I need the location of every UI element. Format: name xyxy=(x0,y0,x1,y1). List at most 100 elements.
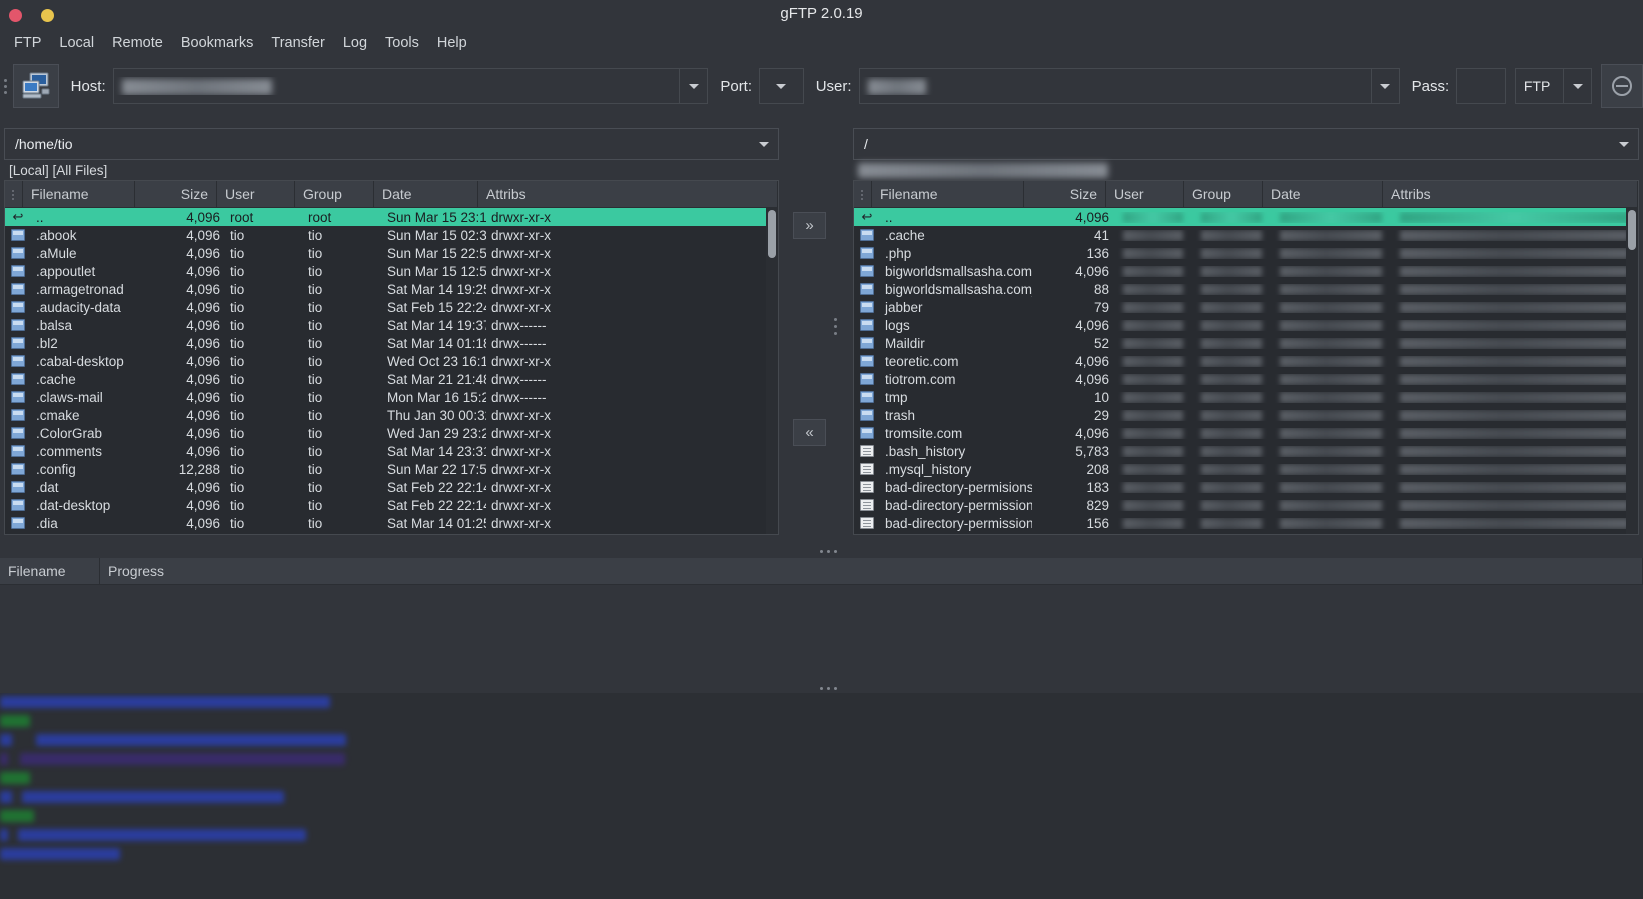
table-row[interactable]: .dat4,096tiotioSat Feb 22 22:14:58 2drwx… xyxy=(5,478,778,496)
local-column-grip[interactable] xyxy=(5,181,23,208)
remote-file-list[interactable]: Filename Size User Group Date Attribs ↩.… xyxy=(853,180,1639,535)
table-row[interactable]: .php136 xyxy=(854,244,1638,262)
upload-button[interactable]: » xyxy=(793,212,826,239)
table-row[interactable]: .audacity-data4,096tiotioSat Feb 15 22:2… xyxy=(5,298,778,316)
remote-column-size[interactable]: Size xyxy=(1024,181,1106,208)
panel-splitter-grip[interactable] xyxy=(833,318,839,342)
local-path-dropdown-button[interactable] xyxy=(750,129,778,159)
local-scroll-thumb[interactable] xyxy=(768,210,776,258)
menu-item-tools[interactable]: Tools xyxy=(376,33,428,53)
remote-column-attribs[interactable]: Attribs xyxy=(1383,181,1638,208)
transfer-queue-panel[interactable]: Filename Progress xyxy=(0,558,1643,682)
local-column-size[interactable]: Size xyxy=(135,181,217,208)
table-row[interactable]: .cache41 xyxy=(854,226,1638,244)
row-icon xyxy=(854,481,880,493)
table-row[interactable]: jabber79 xyxy=(854,298,1638,316)
user-dropdown-button[interactable] xyxy=(1371,69,1399,103)
local-column-group[interactable]: Group xyxy=(295,181,374,208)
remote-path-dropdown-button[interactable] xyxy=(1610,129,1638,159)
row-user xyxy=(1114,410,1192,421)
table-row[interactable]: .claws-mail4,096tiotioMon Mar 16 15:27:0… xyxy=(5,388,778,406)
local-column-date[interactable]: Date xyxy=(374,181,478,208)
remote-column-grip[interactable] xyxy=(854,181,872,208)
password-input[interactable] xyxy=(1456,68,1506,104)
download-button[interactable]: « xyxy=(793,419,826,446)
table-row[interactable]: bad-directory-permissions-l829 xyxy=(854,496,1638,514)
table-row[interactable]: .balsa4,096tiotioSat Mar 14 19:37:34drwx… xyxy=(5,316,778,334)
queue-column-progress[interactable]: Progress xyxy=(100,558,1643,585)
menu-item-help[interactable]: Help xyxy=(428,33,476,53)
table-row[interactable]: trash29 xyxy=(854,406,1638,424)
local-column-filename[interactable]: Filename xyxy=(23,181,135,208)
table-row[interactable]: .dia4,096tiotioSat Mar 14 01:25:26drwxr-… xyxy=(5,514,778,532)
table-row[interactable]: .cache4,096tiotioSat Mar 21 21:48:34drwx… xyxy=(5,370,778,388)
local-column-user[interactable]: User xyxy=(217,181,295,208)
menu-item-remote[interactable]: Remote xyxy=(103,33,172,53)
table-row[interactable]: bad-directory-permisions-li183 xyxy=(854,478,1638,496)
stop-button[interactable] xyxy=(1601,64,1643,108)
queue-column-filename[interactable]: Filename xyxy=(0,558,100,585)
table-row[interactable]: .bl24,096tiotioSat Mar 14 01:18:51drwx--… xyxy=(5,334,778,352)
log-line xyxy=(0,845,1643,864)
local-file-list[interactable]: Filename Size User Group Date Attribs ↩.… xyxy=(4,180,779,535)
protocol-dropdown-button[interactable] xyxy=(1563,69,1591,103)
table-row[interactable]: Maildir52 xyxy=(854,334,1638,352)
user-combobox[interactable]: x xyxy=(859,68,1400,104)
row-icon xyxy=(5,229,31,241)
port-combobox[interactable] xyxy=(759,68,804,104)
splitter-lists-queue[interactable] xyxy=(0,546,1643,556)
table-row[interactable]: .cmake4,096tiotioThu Jan 30 00:32:15drwx… xyxy=(5,406,778,424)
table-row[interactable]: .appoutlet4,096tiotioSun Mar 15 12:50:11… xyxy=(5,262,778,280)
toolbar-grip[interactable] xyxy=(0,59,11,113)
table-row[interactable]: .ColorGrab4,096tiotioWed Jan 29 23:26:47… xyxy=(5,424,778,442)
remote-vertical-scrollbar[interactable] xyxy=(1626,208,1638,534)
local-path-value[interactable]: /home/tio xyxy=(5,136,750,152)
table-row[interactable]: .mysql_history208 xyxy=(854,460,1638,478)
local-column-attribs[interactable]: Attribs xyxy=(478,181,778,208)
port-dropdown-button[interactable] xyxy=(760,69,803,103)
table-row[interactable]: .config12,288tiotioSun Mar 22 17:52:03dr… xyxy=(5,460,778,478)
table-row[interactable]: bigworldsmallsasha.com4,096 xyxy=(854,262,1638,280)
menu-item-local[interactable]: Local xyxy=(50,33,103,53)
table-row[interactable]: tmp10 xyxy=(854,388,1638,406)
table-row[interactable]: .bash_history5,783 xyxy=(854,442,1638,460)
table-row[interactable]: bad-directory-permissions-l156 xyxy=(854,514,1638,532)
table-row[interactable]: .abook4,096tiotioSun Mar 15 02:31:03drwx… xyxy=(5,226,778,244)
table-row[interactable]: .armagetronad4,096tiotioSat Mar 14 19:25… xyxy=(5,280,778,298)
host-dropdown-button[interactable] xyxy=(679,69,707,103)
local-vertical-scrollbar[interactable] xyxy=(766,208,778,534)
menu-item-bookmarks[interactable]: Bookmarks xyxy=(172,33,263,53)
remote-column-group[interactable]: Group xyxy=(1184,181,1263,208)
local-rows-container[interactable]: ↩..4,096rootrootSun Mar 15 23:16:04drwxr… xyxy=(5,208,778,534)
menu-item-log[interactable]: Log xyxy=(334,33,376,53)
host-combobox[interactable]: x xyxy=(113,68,709,104)
remote-column-filename[interactable]: Filename xyxy=(872,181,1024,208)
menu-item-transfer[interactable]: Transfer xyxy=(262,33,333,53)
protocol-combobox[interactable]: FTP xyxy=(1515,68,1592,104)
table-row[interactable]: .cabal-desktop4,096tiotioWed Oct 23 16:1… xyxy=(5,352,778,370)
log-output[interactable] xyxy=(0,693,1643,899)
host-input[interactable]: x xyxy=(114,77,680,94)
table-row[interactable]: bigworldsmallsasha.com_ol88 xyxy=(854,280,1638,298)
remote-rows-container[interactable]: ↩..4,096.cache41.php136bigworldsmallsash… xyxy=(854,208,1638,534)
local-path-combobox[interactable]: /home/tio xyxy=(4,128,779,160)
remote-path-combobox[interactable]: / xyxy=(853,128,1639,160)
table-row[interactable]: teoretic.com4,096 xyxy=(854,352,1638,370)
remote-column-user[interactable]: User xyxy=(1106,181,1184,208)
table-row[interactable]: ↩..4,096rootrootSun Mar 15 23:16:04drwxr… xyxy=(5,208,778,226)
connect-button[interactable] xyxy=(13,64,59,108)
remote-path-value[interactable]: / xyxy=(854,136,1610,152)
table-row[interactable]: tiotrom.com4,096 xyxy=(854,370,1638,388)
table-row[interactable]: .comments4,096tiotioSat Mar 14 23:31:34d… xyxy=(5,442,778,460)
table-row[interactable]: .dat-desktop4,096tiotioSat Feb 22 22:14:… xyxy=(5,496,778,514)
remote-scroll-thumb[interactable] xyxy=(1628,210,1636,250)
table-row[interactable]: logs4,096 xyxy=(854,316,1638,334)
splitter-queue-log[interactable] xyxy=(0,683,1643,693)
table-row[interactable]: ↩..4,096 xyxy=(854,208,1638,226)
row-size: 41 xyxy=(1032,228,1114,243)
table-row[interactable]: tromsite.com4,096 xyxy=(854,424,1638,442)
menu-item-ftp[interactable]: FTP xyxy=(5,33,50,53)
user-input[interactable]: x xyxy=(860,77,1371,94)
table-row[interactable]: .aMule4,096tiotioSun Mar 15 22:57:09drwx… xyxy=(5,244,778,262)
remote-column-date[interactable]: Date xyxy=(1263,181,1383,208)
